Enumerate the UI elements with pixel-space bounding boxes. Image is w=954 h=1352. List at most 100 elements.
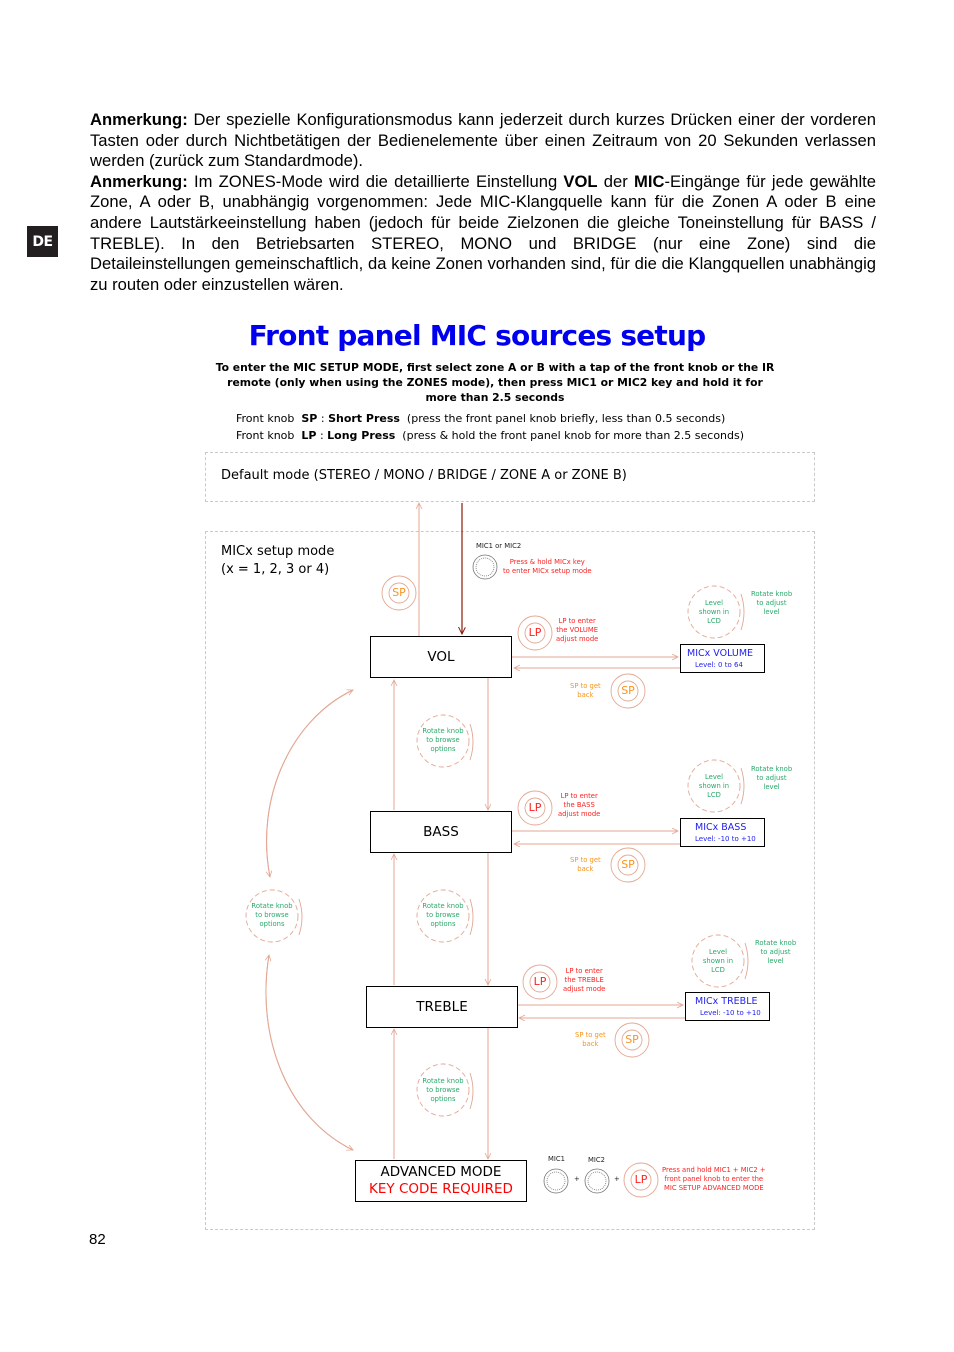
level-note-bass: Level shown in LCD [697, 773, 731, 800]
arc-from-vol [267, 689, 354, 877]
note-line: LCD [707, 791, 721, 799]
advanced-note: Press and hold MIC1 + MIC2 + front panel … [662, 1166, 766, 1193]
mic2-key-icon [584, 1168, 610, 1194]
page-number: 82 [89, 1231, 106, 1248]
rotate-arrow-icon [740, 767, 745, 805]
browse-note: Rotate knob to browse options [249, 902, 295, 929]
advanced-mode-label: ADVANCED MODE [380, 1164, 502, 1180]
browse-note: Rotate knob to browse options [420, 1077, 466, 1104]
note-line: the BASS [563, 801, 595, 809]
sp-badge: SP [621, 684, 635, 697]
state-advanced: ADVANCED MODE KEY CODE REQUIRED [355, 1160, 527, 1202]
note-line: LP to enter [565, 967, 603, 975]
mic-key-label: MIC1 or MIC2 [476, 542, 522, 550]
lcd-level: Level: 0 to 64 [695, 661, 743, 669]
note-line: to adjust [756, 774, 787, 782]
rotate-arrow-icon [740, 593, 745, 631]
mic-key-note: Press & hold MICx key to enter MICx setup… [503, 558, 592, 576]
note-line: shown in [698, 782, 730, 790]
note-line: SP to get [570, 856, 601, 864]
arc-from-advanced [266, 955, 354, 1151]
rotate-arrow-icon [744, 942, 749, 980]
note-line: to adjust [760, 948, 791, 956]
rotate-note-bass: Rotate knob to adjust level [751, 765, 792, 792]
note-line: to browse [255, 911, 289, 919]
mic1-key-icon [543, 1168, 569, 1194]
lcd-title: MICx TREBLE [695, 996, 758, 1007]
note-line: to browse [426, 911, 460, 919]
sp-note-vol: SP to get back [570, 682, 601, 700]
note-line: back [577, 691, 594, 699]
note-line: LP to enter [560, 792, 598, 800]
lp-note-vol: LP to enter the VOLUME adjust mode [556, 617, 598, 644]
note-line: adjust mode [556, 635, 599, 643]
arc-to-vol [266, 690, 353, 878]
rotate-note-treble: Rotate knob to adjust level [755, 939, 796, 966]
note-line: LP to enter [558, 617, 596, 625]
lp-badge: LP [634, 1173, 648, 1186]
note-line: back [577, 865, 594, 873]
sp-badge: SP [621, 858, 635, 871]
lcd-volume: MICx VOLUME Level: 0 to 64 [680, 644, 765, 673]
sp-note-treble: SP to get back [575, 1031, 606, 1049]
note-line: the TREBLE [564, 976, 604, 984]
note-line: Rotate knob [422, 1077, 464, 1085]
note-line: SP to get [575, 1031, 606, 1039]
note-line: to enter MICx setup mode [503, 567, 592, 575]
rotate-arrow-icon [469, 898, 474, 936]
note-line: the VOLUME [556, 626, 599, 634]
note-line: MIC SETUP ADVANCED MODE [663, 1184, 764, 1192]
note-line: level [763, 608, 780, 616]
note-line: shown in [702, 957, 734, 965]
note-line: to browse [426, 1086, 460, 1094]
note-line: Level [705, 773, 723, 781]
sp-badge: SP [392, 586, 406, 599]
note-line: Rotate knob [422, 727, 464, 735]
mic1-label: MIC1 [548, 1155, 565, 1163]
mic-key-icon [472, 554, 498, 580]
note-line: front panel knob to enter the [664, 1175, 764, 1183]
note-line: options [430, 1095, 456, 1103]
mic2-label: MIC2 [588, 1156, 605, 1164]
lcd-level: Level: -10 to +10 [700, 1009, 761, 1017]
note-line: Rotate knob [751, 590, 793, 598]
note-line: Rotate knob [755, 939, 797, 947]
note-line: Press and hold MIC1 + MIC2 + [662, 1166, 766, 1174]
note-line: back [582, 1040, 599, 1048]
note-line: options [430, 745, 456, 753]
note-line: level [767, 957, 784, 965]
lp-badge: LP [528, 626, 542, 639]
level-note-treble: Level shown in LCD [701, 948, 735, 975]
note-line: Rotate knob [751, 765, 793, 773]
rotate-arrow-icon [298, 898, 303, 936]
lcd-treble: MICx TREBLE Level: -10 to +10 [685, 992, 770, 1021]
note-line: to adjust [756, 599, 787, 607]
rotate-note-vol: Rotate knob to adjust level [751, 590, 792, 617]
state-treble: TREBLE [366, 986, 518, 1028]
rotate-arrow-icon [469, 723, 474, 761]
key-code-required-label: KEY CODE REQUIRED [369, 1181, 513, 1197]
note-line: level [763, 783, 780, 791]
lcd-level: Level: -10 to +10 [695, 835, 756, 843]
sp-note-bass: SP to get back [570, 856, 601, 874]
level-note-vol: Level shown in LCD [697, 599, 731, 626]
browse-note: Rotate knob to browse options [420, 902, 466, 929]
browse-note: Rotate knob to browse options [420, 727, 466, 754]
note-line: adjust mode [558, 810, 601, 818]
note-line: Press & hold MICx key [509, 558, 585, 566]
sp-badge: SP [625, 1033, 639, 1046]
note-line: Level [709, 948, 727, 956]
plus-sign: + [574, 1175, 580, 1183]
note-line: LCD [707, 617, 721, 625]
lp-badge: LP [528, 801, 542, 814]
rotate-arrow-icon [469, 1072, 474, 1110]
lp-note-treble: LP to enter the TREBLE adjust mode [563, 967, 605, 994]
lcd-bass: MICx BASS Level: -10 to +10 [680, 818, 765, 847]
lcd-title: MICx BASS [695, 822, 747, 833]
arc-to-advanced [265, 954, 353, 1150]
note-line: SP to get [570, 682, 601, 690]
note-line: options [259, 920, 285, 928]
note-line: adjust mode [563, 985, 606, 993]
note-line: Level [705, 599, 723, 607]
note-line: options [430, 920, 456, 928]
